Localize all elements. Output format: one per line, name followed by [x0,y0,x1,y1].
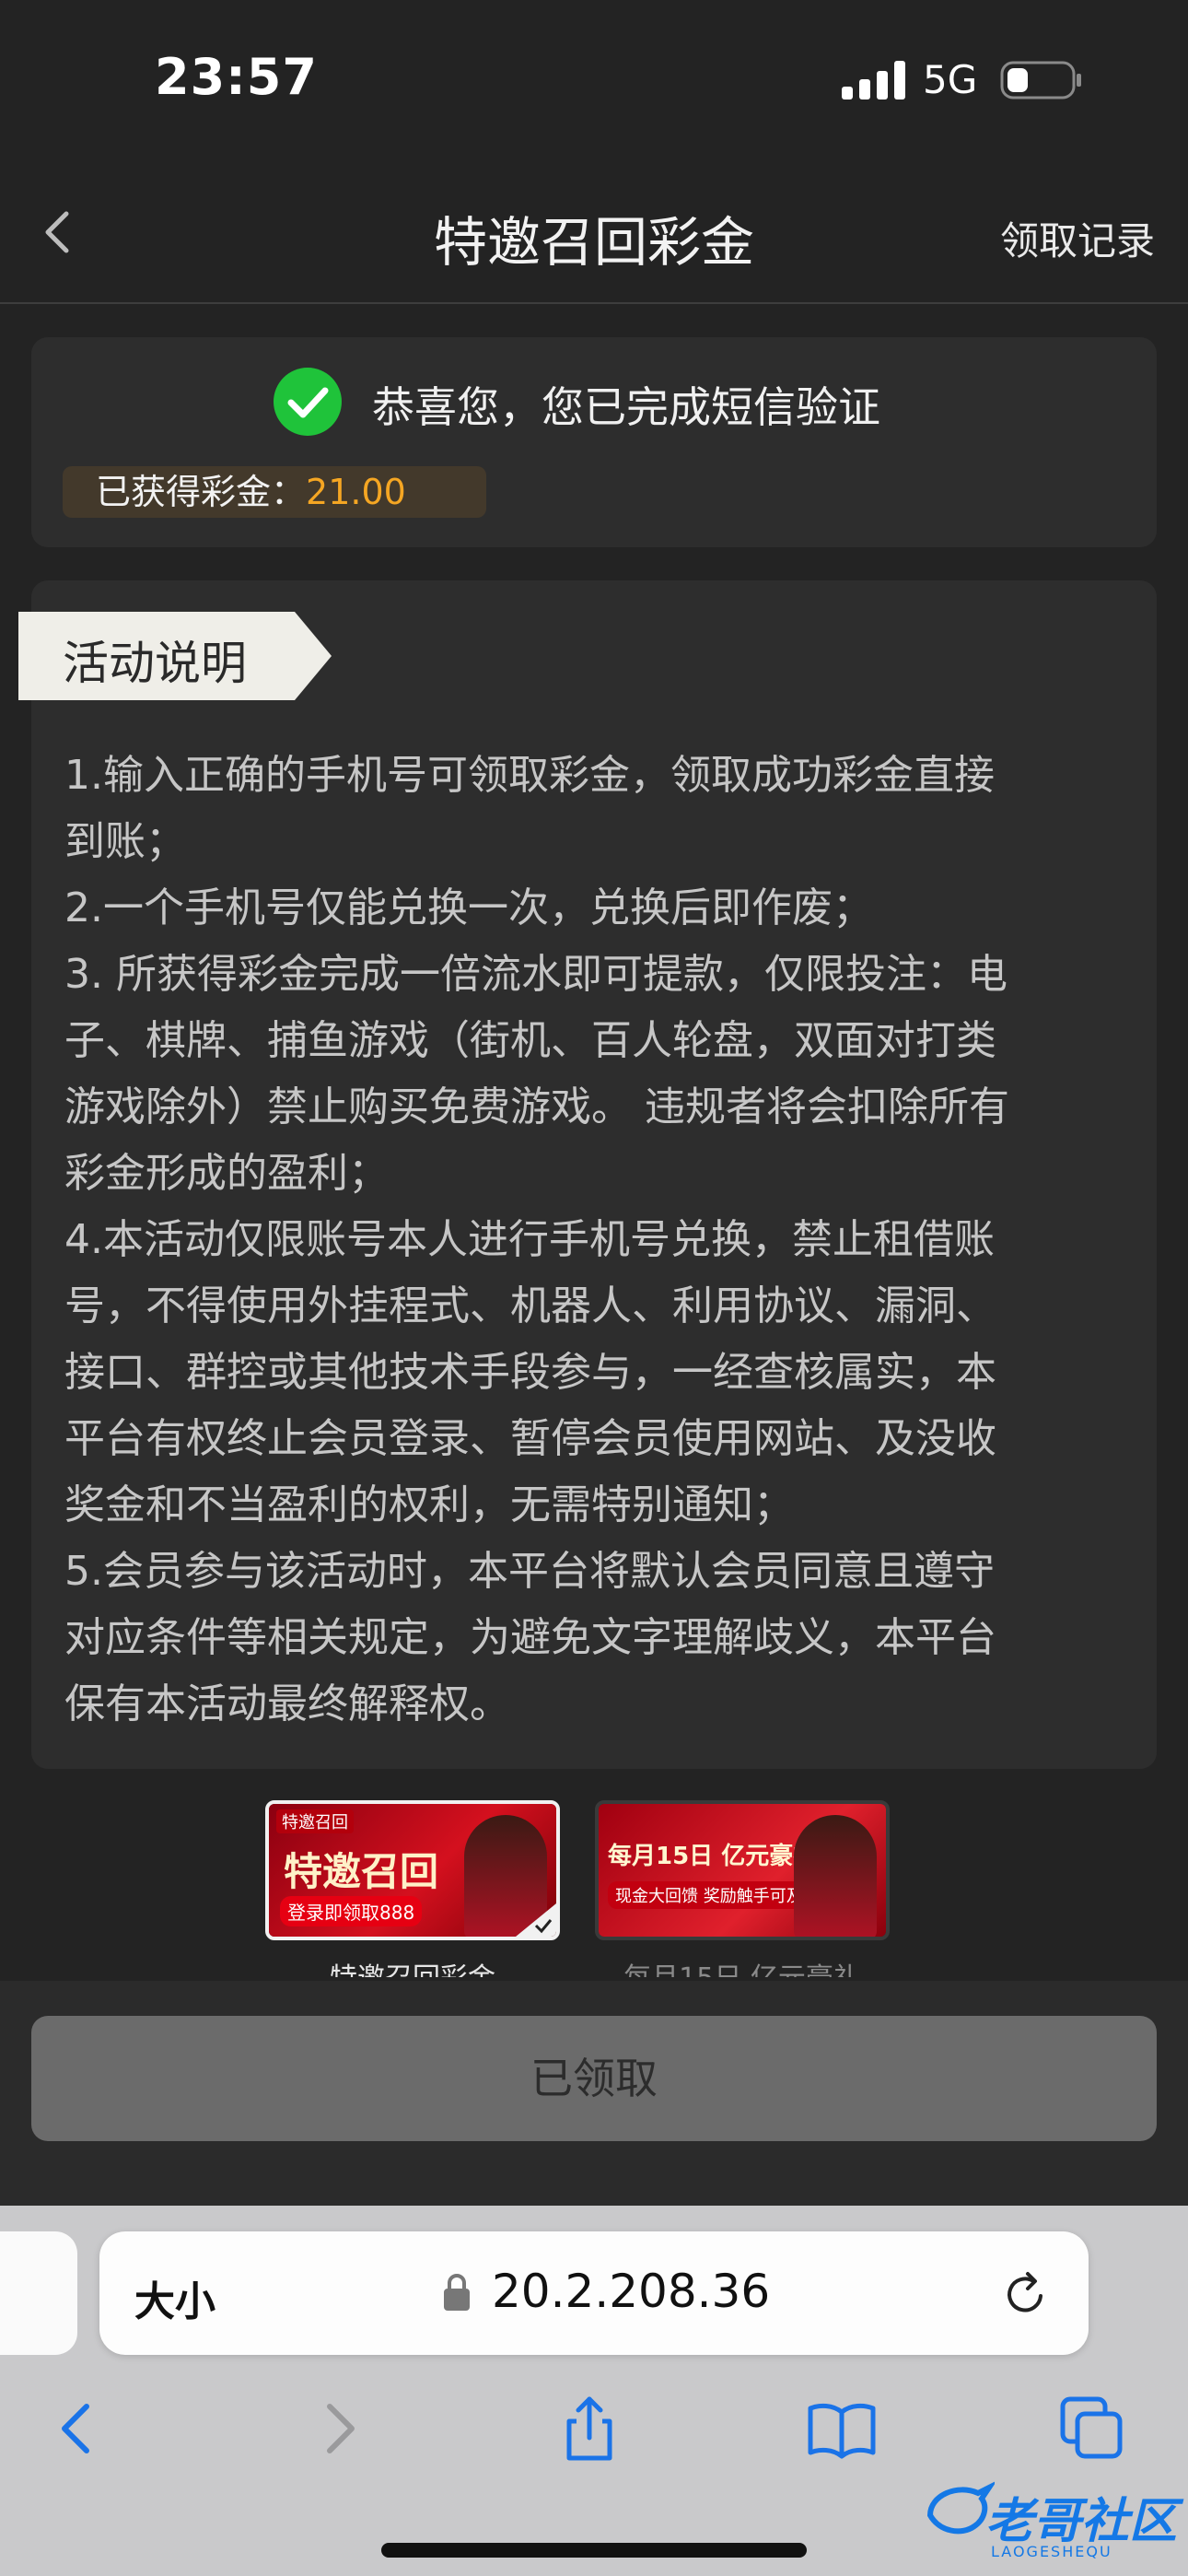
watermark-text: 老哥社区 [985,2494,1178,2549]
rule-line: 接口、群控或其他技术手段参与，一经查核属实，本 [64,1349,996,1396]
rule-line: 游戏除外）禁止购买免费游戏。 违规者将会扣除所有 [64,1083,1009,1130]
rule-line: 子、棋牌、捕鱼游戏（街机、百人轮盘，双面对打类 [64,1017,996,1064]
rule-line: 号，不得使用外挂程式、机器人、利用协议、漏洞、 [64,1282,996,1329]
watermark-subtext: LAOGESHEQU [991,2543,1112,2560]
home-indicator[interactable] [381,2543,807,2558]
url-text[interactable]: 20.2.208.36 [492,2265,770,2318]
back-icon[interactable] [42,2392,116,2465]
nav-bar: 特邀召回彩金 领取记录 [0,175,1188,304]
banner-title: 特邀召回 [284,1849,439,1894]
promo-banner-monthly[interactable]: 每月15日 亿元豪礼 现金大回馈 奖励触手可及 [595,1800,890,1940]
dragon-icon [926,2481,995,2535]
banner-tag: 特邀召回 [276,1809,354,1833]
rule-line: 5.会员参与该活动时，本平台将默认会员同意且遵守 [64,1548,995,1595]
success-message: 恭喜您，您已完成短信验证 [372,382,880,432]
promo-banner-recall[interactable]: 特邀召回 特邀召回 登录即领取888 [265,1800,560,1940]
rule-line: 4.本活动仅限账号本人进行手机号兑换，禁止租借账 [64,1216,995,1263]
verification-success-card: 恭喜您，您已完成短信验证 已获得彩金：21.00 [31,337,1157,547]
rule-line: 保有本活动最终解释权。 [64,1680,510,1727]
banner-caption: 每月15日 亿元豪礼 [595,1955,890,1977]
promo-banner-row: 特邀召回 特邀召回 登录即领取888 每月15日 亿元豪礼 现金大回馈 奖励触手… [0,1797,1188,1977]
description-tab-label: 活动说明 [63,637,247,690]
address-bar[interactable]: 大小 20.2.208.36 [99,2231,1089,2355]
rule-line: 到账； [64,818,186,865]
check-icon [274,368,342,436]
status-time: 23:57 [155,48,318,106]
watermark-logo: 老哥社区 LAOGESHEQU [921,2469,1188,2570]
bonus-label: 已获得彩金： [96,472,307,512]
browser-bottom-bar: 大小 20.2.208.36 老哥社区 LAOGESHEQU [0,2206,1188,2576]
banner-subtitle: 登录即领取888 [280,1896,423,1926]
claimed-button[interactable]: 已领取 [31,2016,1157,2141]
network-label: 5G [923,57,978,102]
rule-line: 2.一个手机号仅能兑换一次，兑换后即作废； [64,884,873,931]
share-icon[interactable] [553,2392,626,2465]
battery-icon [1000,61,1081,100]
banner-model-image [794,1815,877,1937]
rule-line: 奖金和不当盈利的权利，无需特别通知； [64,1481,794,1528]
bonus-badge: 已获得彩金：21.00 [63,466,486,518]
previous-tab-preview[interactable] [0,2231,77,2355]
tabs-icon[interactable] [1055,2392,1129,2465]
activity-description-card: 活动说明 1.输入正确的手机号可领取彩金，领取成功彩金直接 到账； 2.一个手机… [18,580,1157,1769]
rule-line: 3. 所获得彩金完成一倍流水即可提款，仅限投注：电 [64,951,1007,998]
banner-title: 每月15日 亿元豪礼 [608,1843,818,1870]
rule-line: 平台有权终止会员登录、暂停会员使用网站、及没收 [64,1415,996,1462]
description-tab: 活动说明 [18,612,332,700]
text-size-button[interactable]: 大小 [134,2268,215,2327]
rule-line: 对应条件等相关规定，为避免文字理解歧义，本平台 [64,1614,996,1661]
reload-icon[interactable] [1000,2268,1052,2320]
records-link[interactable]: 领取记录 [1000,210,1155,266]
banner-caption: 特邀召回彩金 [265,1955,560,1977]
selected-check-icon [516,1903,556,1937]
status-bar: 23:57 5G [0,0,1188,157]
lock-icon [444,2274,470,2311]
rule-line: 1.输入正确的手机号可领取彩金，领取成功彩金直接 [64,752,995,799]
bookmarks-icon[interactable] [805,2392,879,2465]
forward-icon[interactable] [300,2392,374,2465]
rule-line: 彩金形成的盈利； [64,1150,389,1197]
claim-button-area: 已领取 [0,1981,1188,2206]
bonus-amount: 21.00 [306,472,406,512]
signal-icon [842,61,905,100]
rules-text: 1.输入正确的手机号可领取彩金，领取成功彩金直接 到账； 2.一个手机号仅能兑换… [64,743,1133,1738]
banner-subtitle: 现金大回馈 奖励触手可及 [608,1881,810,1909]
